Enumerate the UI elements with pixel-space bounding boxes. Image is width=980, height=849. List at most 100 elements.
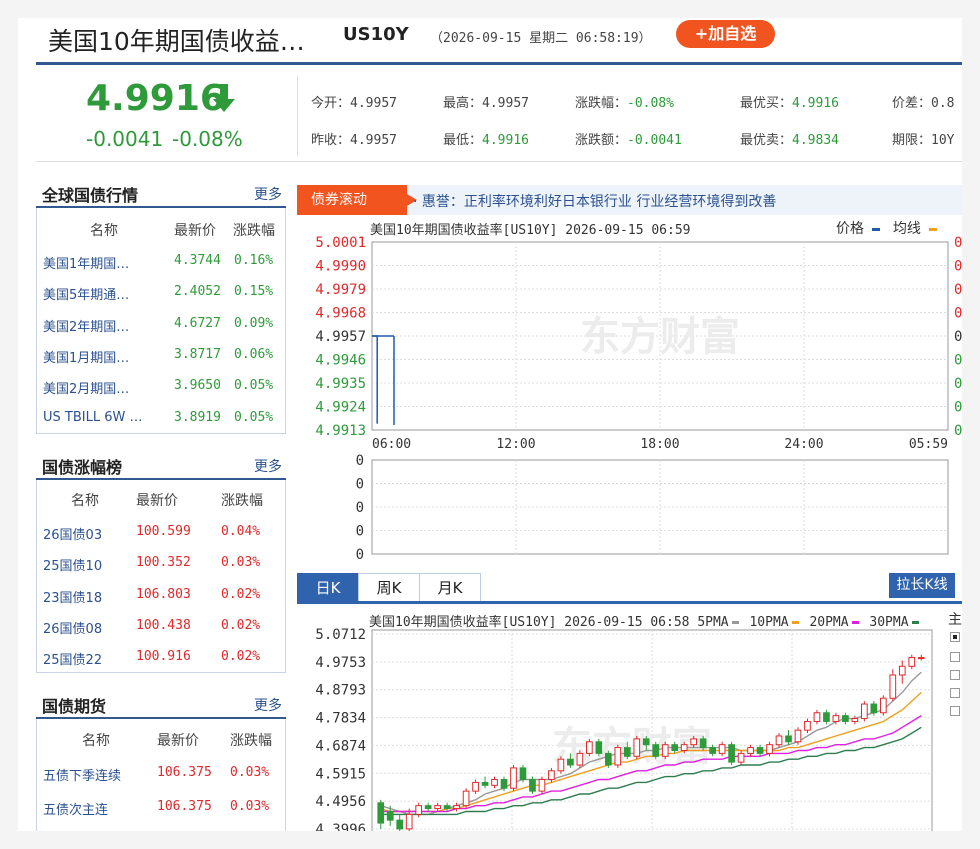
candle-body [813,712,821,722]
table-row-name[interactable]: 五债次主连 [43,799,108,818]
last-price: 4.9916 [86,78,225,119]
bond-gainers-title: 国债涨幅榜 [42,458,123,477]
candle-body [747,747,754,754]
indicator-checkbox[interactable] [950,670,960,680]
candle-body [680,744,688,751]
candle-body [415,805,423,815]
volume-axis-label: 0 [356,547,364,560]
candle-body [614,747,622,766]
candle-body [481,781,489,786]
table-row-name[interactable]: US TBILL 6W … [43,410,142,425]
table-row-name[interactable]: 美国2年期国… [43,316,129,335]
tab-weekly-k[interactable]: 周K [358,573,420,602]
candle-body [424,805,432,810]
change-percent: -0.08% [172,127,243,151]
global-bonds-header: 全球国债行情 更多 [36,178,286,208]
kline-y-label: 4.7834 [315,711,366,727]
volume-axis-label: 0 [356,453,364,469]
candle-body [386,810,394,821]
news-ticker: 债券滚动 · 惠誉：正利率环境利好日本银行业 行业经营环境得到改善 [297,185,962,215]
global-bonds-more-link[interactable]: 更多 [254,184,282,204]
column-header-name: 名称 [82,733,110,749]
spread-field: 价差：0.8 [892,96,955,111]
candle-body [908,657,916,667]
table-row-change: 0.15% [234,284,274,300]
column-header-change: 涨跌幅 [233,223,275,239]
candle-body [586,741,593,754]
stretch-kline-button[interactable]: 拉长K线 [889,573,955,598]
table-row-price: 100.352 [136,555,191,571]
candle-body [652,744,660,757]
candle-body [709,747,716,754]
y-axis-right-label: 0 [954,235,962,251]
table-row-name[interactable]: 26国债03 [43,524,102,543]
change-value: -0.0041 [86,127,164,151]
tab-daily-k[interactable]: 日K [297,573,359,602]
table-row-price: 106.375 [157,799,212,814]
global-bonds-title: 全球国债行情 [42,186,139,205]
table-row-name[interactable]: 美国1年期国… [43,253,129,272]
y-axis-label: 5.0001 [315,235,366,251]
table-row-price: 3.8919 [174,409,221,425]
candle-body [633,738,641,757]
candle-body [538,779,546,792]
candle-body [728,744,735,763]
table-row-name[interactable]: 五债下季连续 [43,765,121,784]
y-axis-label: 4.9913 [315,423,366,439]
y-axis-label: 4.9979 [315,282,366,298]
candle-body [842,715,849,722]
bond-gainers-more-link[interactable]: 更多 [254,456,282,476]
best-bid-field: 最优买：4.9916 [740,96,839,111]
candle-body [500,779,508,789]
quote-datetime: （2026-09-15 星期二 06:58:19） [430,31,652,46]
table-row-change: 0.05% [234,378,274,394]
candle-body [604,752,612,766]
best-ask-field: 最优卖：4.9834 [740,133,839,148]
news-ticker-text[interactable]: · 惠誉：正利率环境利好日本银行业 行业经营环境得到改善 [413,191,776,211]
table-row-change: 0.02% [221,649,261,665]
change-pct-field: 涨跌幅：-0.08% [575,96,674,111]
down-arrow-icon [213,84,235,112]
table-row-name[interactable]: 美国1月期国… [43,347,129,366]
bond-futures-more-link[interactable]: 更多 [254,695,282,715]
table-row-change: 0.02% [221,617,261,633]
table-row-name[interactable]: 26国债08 [43,618,102,637]
candle-body [898,665,906,676]
candle-body [405,813,413,830]
candle-body [785,735,792,743]
candle-body [396,819,404,830]
indicator-checkbox[interactable] [950,652,960,662]
kline-chart[interactable]: 5.0712 4.9753 4.8793 4.7834 4.6874 4.5915 4.49… [297,620,962,831]
candle-body [557,758,565,772]
y-axis-right-label: 0 [954,353,962,369]
add-watchlist-button[interactable]: +加自选 [676,20,775,48]
candle-body [595,741,603,754]
tab-monthly-k[interactable]: 月K [419,573,481,602]
table-row-name[interactable]: 23国债18 [43,587,102,606]
instrument-code: US10Y [343,24,409,45]
news-ticker-tag: 债券滚动 [297,185,417,215]
y-axis-label: 4.9957 [315,329,366,345]
y-axis-label: 4.9935 [315,376,366,392]
candle-body [917,657,925,660]
bond-futures-header: 国债期货 更多 [36,689,286,719]
candle-body [519,767,527,781]
candle-body [453,805,460,810]
tenor-field: 期限：10Y [892,133,955,148]
table-row-name[interactable]: 美国5年期通… [43,284,129,303]
candle-body [690,738,698,746]
candle-body [567,758,574,766]
table-row-name[interactable]: 25国债10 [43,555,102,574]
column-header-name: 名称 [90,223,118,239]
indicator-checkbox[interactable] [950,706,960,716]
volume-axis-label: 0 [356,500,364,516]
indicator-checkbox[interactable] [950,632,960,642]
indicator-checkbox[interactable] [950,688,960,698]
table-row-name[interactable]: 25国债22 [43,649,102,668]
candle-body [377,802,385,824]
table-row-name[interactable]: 美国2月期国… [43,378,129,397]
candle-body [775,735,783,746]
bond-gainers-header: 国债涨幅榜 更多 [36,450,286,480]
intraday-chart[interactable]: 东方财富 5.0001 0 4.9990 0 4.9979 0 4.9968 0 4.9957 0 4… [297,230,962,560]
candle-body [861,703,868,720]
